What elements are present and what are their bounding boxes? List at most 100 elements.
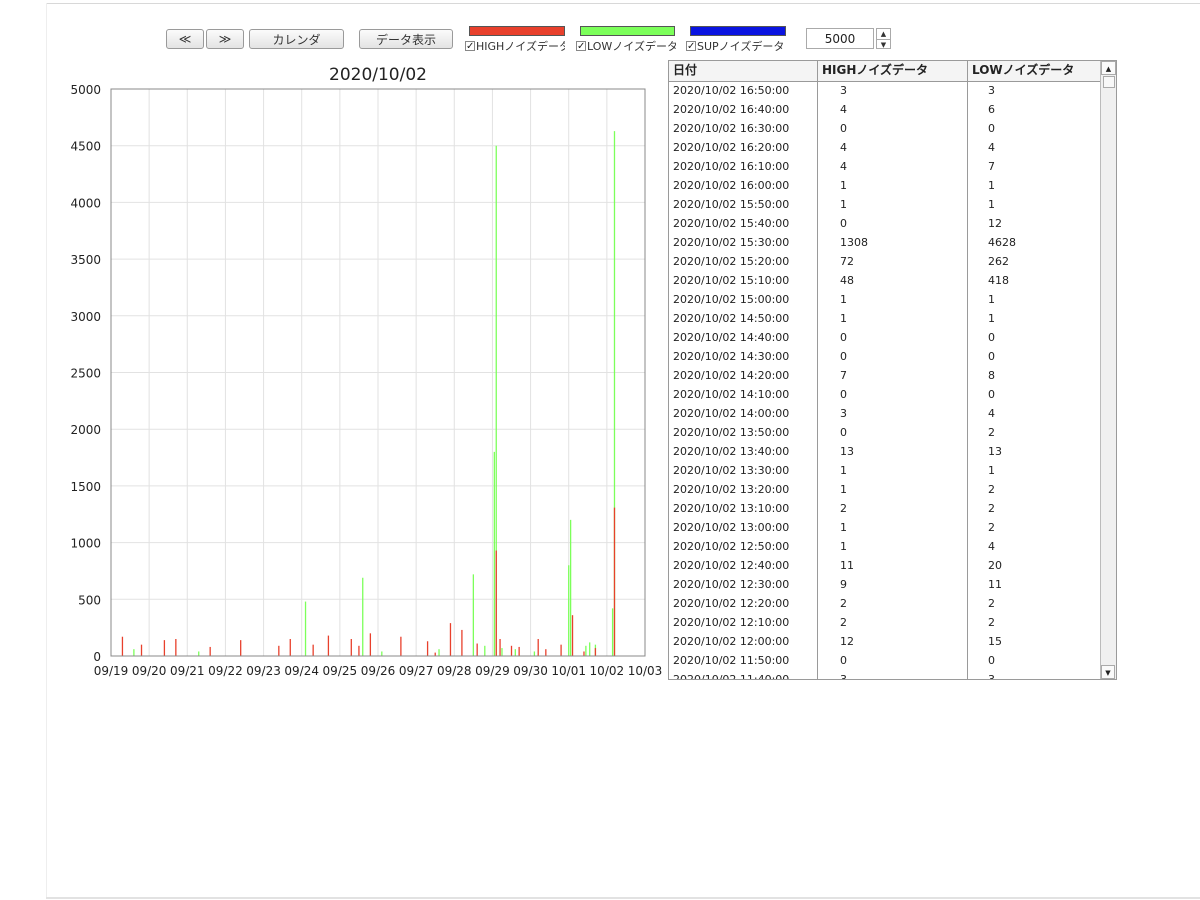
cell-high: 13 — [818, 442, 968, 461]
data-table[interactable]: 日付 HIGHノイズデータ LOWノイズデータ 2020/10/02 16:50… — [668, 60, 1117, 680]
table-row[interactable]: 2020/10/02 12:50:00 1 4 — [669, 537, 1101, 556]
table-row[interactable]: 2020/10/02 16:50:00 3 3 — [669, 81, 1101, 100]
table-row[interactable]: 2020/10/02 13:40:00 13 13 — [669, 442, 1101, 461]
legend-high-checkbox[interactable]: ✓ HIGHノイズデータ — [465, 38, 565, 54]
scroll-thumb[interactable] — [1103, 76, 1115, 88]
table-row[interactable]: 2020/10/02 13:00:00 1 2 — [669, 518, 1101, 537]
x-tick-label: 09/19 — [94, 664, 129, 678]
table-row[interactable]: 2020/10/02 14:10:00 0 0 — [669, 385, 1101, 404]
table-row[interactable]: 2020/10/02 13:10:00 2 2 — [669, 499, 1101, 518]
prev-button[interactable]: ≪ — [166, 29, 204, 49]
cell-high: 1 — [818, 537, 968, 556]
cell-high: 0 — [818, 423, 968, 442]
cell-date: 2020/10/02 14:50:00 — [669, 309, 818, 328]
table-row[interactable]: 2020/10/02 11:50:00 0 0 — [669, 651, 1101, 670]
table-row[interactable]: 2020/10/02 14:20:00 7 8 — [669, 366, 1101, 385]
table-row[interactable]: 2020/10/02 16:40:00 4 6 — [669, 100, 1101, 119]
scroll-down-icon[interactable]: ▼ — [1101, 665, 1115, 679]
table-row[interactable]: 2020/10/02 12:10:00 2 2 — [669, 613, 1101, 632]
table-row[interactable]: 2020/10/02 14:30:00 0 0 — [669, 347, 1101, 366]
cell-low: 2 — [988, 502, 995, 515]
spin-down-icon[interactable]: ▼ — [877, 40, 890, 50]
cell-low: 3 — [988, 673, 995, 680]
header-low[interactable]: LOWノイズデータ — [968, 61, 1101, 81]
x-tick-label: 09/29 — [475, 664, 510, 678]
x-tick-label: 10/02 — [590, 664, 625, 678]
cell-date: 2020/10/02 15:30:00 — [669, 233, 818, 252]
frame-bottom-border — [46, 897, 1200, 899]
cell-high: 4 — [818, 100, 968, 119]
table-row[interactable]: 2020/10/02 11:40:00 3 3 — [669, 670, 1101, 680]
x-tick-label: 09/30 — [513, 664, 548, 678]
table-scrollbar[interactable]: ▲ ▼ — [1100, 61, 1116, 679]
table-row[interactable]: 2020/10/02 15:50:00 1 1 — [669, 195, 1101, 214]
table-body: 2020/10/02 16:50:00 3 3 2020/10/02 16:40:00… — [669, 81, 1101, 680]
x-tick-label: 10/03 — [628, 664, 663, 678]
table-row[interactable]: 2020/10/02 15:10:00 48 418 — [669, 271, 1101, 290]
cell-low: 4628 — [988, 236, 1016, 249]
cell-low: 1 — [988, 293, 995, 306]
legend-sup-label: SUPノイズデータ — [697, 40, 785, 53]
cell-high: 4 — [818, 138, 968, 157]
table-row[interactable]: 2020/10/02 15:20:00 72 262 — [669, 252, 1101, 271]
table-row[interactable]: 2020/10/02 14:00:00 3 4 — [669, 404, 1101, 423]
header-date[interactable]: 日付 — [669, 61, 818, 81]
cell-low: 20 — [988, 559, 1002, 572]
max-value-input[interactable]: 5000 — [806, 28, 874, 49]
cell-high: 1308 — [818, 233, 968, 252]
legend-low-checkbox[interactable]: ✓ LOWノイズデータ — [576, 38, 676, 54]
header-high[interactable]: HIGHノイズデータ — [818, 61, 968, 81]
cell-date: 2020/10/02 16:30:00 — [669, 119, 818, 138]
max-value-spinner[interactable]: ▲ ▼ — [876, 28, 891, 49]
sup-check-icon[interactable]: ✓ — [686, 41, 696, 52]
scroll-up-icon[interactable]: ▲ — [1101, 61, 1116, 75]
table-row[interactable]: 2020/10/02 12:40:00 11 20 — [669, 556, 1101, 575]
cell-low: 2 — [988, 616, 995, 629]
table-row[interactable]: 2020/10/02 12:30:00 9 11 — [669, 575, 1101, 594]
cell-high: 0 — [818, 214, 968, 233]
cell-low: 4 — [988, 141, 995, 154]
table-row[interactable]: 2020/10/02 14:50:00 1 1 — [669, 309, 1101, 328]
cell-high: 12 — [818, 632, 968, 651]
table-row[interactable]: 2020/10/02 14:40:00 0 0 — [669, 328, 1101, 347]
table-row[interactable]: 2020/10/02 13:20:00 1 2 — [669, 480, 1101, 499]
cell-high: 2 — [818, 499, 968, 518]
table-row[interactable]: 2020/10/02 15:30:00 1308 4628 — [669, 233, 1101, 252]
cell-high: 0 — [818, 347, 968, 366]
cell-date: 2020/10/02 12:00:00 — [669, 632, 818, 651]
cell-high: 1 — [818, 461, 968, 480]
cell-low: 2 — [988, 483, 995, 496]
cell-date: 2020/10/02 14:30:00 — [669, 347, 818, 366]
table-row[interactable]: 2020/10/02 15:40:00 0 12 — [669, 214, 1101, 233]
cell-date: 2020/10/02 12:30:00 — [669, 575, 818, 594]
y-tick-label: 1000 — [70, 537, 101, 551]
table-row[interactable]: 2020/10/02 16:10:00 4 7 — [669, 157, 1101, 176]
display-data-button[interactable]: データ表示 — [359, 29, 453, 49]
cell-date: 2020/10/02 15:10:00 — [669, 271, 818, 290]
cell-low: 418 — [988, 274, 1009, 287]
table-row[interactable]: 2020/10/02 16:20:00 4 4 — [669, 138, 1101, 157]
table-row[interactable]: 2020/10/02 13:30:00 1 1 — [669, 461, 1101, 480]
next-button[interactable]: ≫ — [206, 29, 244, 49]
table-row[interactable]: 2020/10/02 15:00:00 1 1 — [669, 290, 1101, 309]
table-row[interactable]: 2020/10/02 12:00:00 12 15 — [669, 632, 1101, 651]
cell-high: 4 — [818, 157, 968, 176]
x-tick-label: 09/25 — [323, 664, 358, 678]
cell-low: 2 — [988, 521, 995, 534]
high-check-icon[interactable]: ✓ — [465, 41, 475, 52]
cell-date: 2020/10/02 16:50:00 — [669, 81, 818, 100]
cell-low: 262 — [988, 255, 1009, 268]
table-row[interactable]: 2020/10/02 12:20:00 2 2 — [669, 594, 1101, 613]
cell-date: 2020/10/02 12:10:00 — [669, 613, 818, 632]
cell-date: 2020/10/02 13:50:00 — [669, 423, 818, 442]
spin-up-icon[interactable]: ▲ — [877, 29, 890, 40]
calendar-button[interactable]: カレンダ — [249, 29, 344, 49]
table-row[interactable]: 2020/10/02 16:30:00 0 0 — [669, 119, 1101, 138]
cell-low: 13 — [988, 445, 1002, 458]
table-row[interactable]: 2020/10/02 13:50:00 0 2 — [669, 423, 1101, 442]
cell-low: 3 — [988, 84, 995, 97]
cell-date: 2020/10/02 14:10:00 — [669, 385, 818, 404]
low-check-icon[interactable]: ✓ — [576, 41, 586, 52]
legend-sup-checkbox[interactable]: ✓ SUPノイズデータ — [686, 38, 796, 54]
table-row[interactable]: 2020/10/02 16:00:00 1 1 — [669, 176, 1101, 195]
